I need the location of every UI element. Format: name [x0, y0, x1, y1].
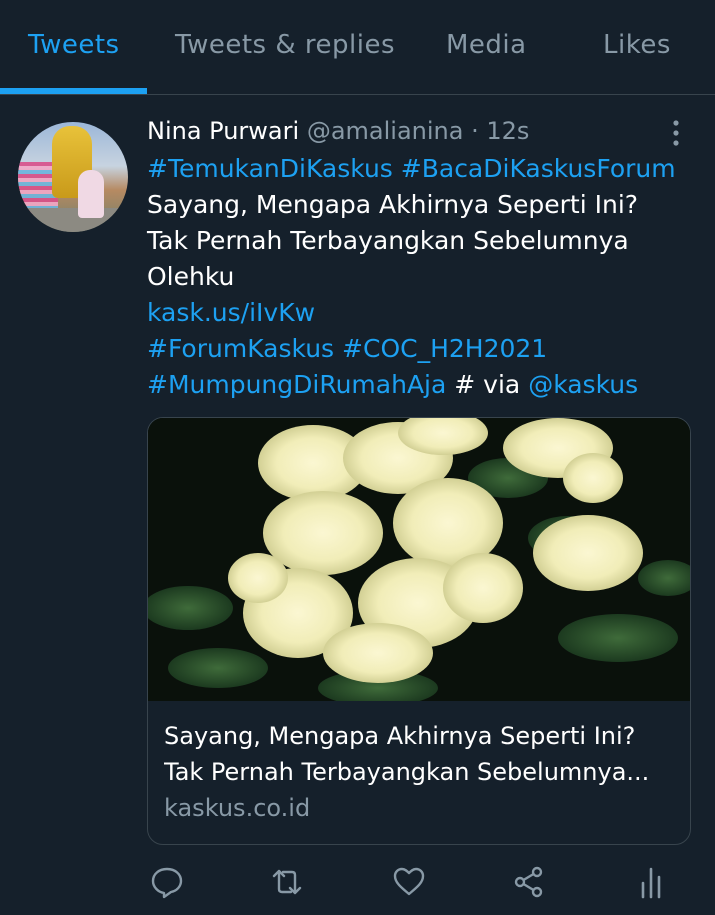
avatar[interactable] [18, 122, 128, 232]
tweet-actions [0, 865, 715, 905]
analytics-icon[interactable] [634, 865, 668, 899]
card-title: Sayang, Mengapa Akhirnya Seperti Ini? [164, 722, 636, 750]
author-handle[interactable]: @amalianina [307, 117, 464, 145]
share-icon[interactable] [512, 865, 546, 899]
tweet-text-line: Olehku [147, 262, 235, 291]
hashtag-line[interactable]: #TemukanDiKaskus #BacaDiKaskusForum [147, 151, 707, 187]
author-name[interactable]: Nina Purwari [147, 117, 299, 145]
avatar-ground [18, 208, 128, 232]
profile-tabs: Tweets Tweets & replies Media Likes [0, 0, 715, 95]
reply-icon[interactable] [150, 865, 184, 899]
tweet-body: #TemukanDiKaskus #BacaDiKaskusForum Saya… [147, 151, 707, 403]
tweet-link[interactable]: kask.us/iIvKw [147, 295, 707, 331]
tab-likes[interactable]: Likes [603, 30, 671, 60]
hashtag-mumpungdirumahaja[interactable]: #MumpungDiRumahAja [147, 370, 446, 399]
card-title: Tak Pernah Terbayangkan Sebelumnya... [164, 758, 650, 786]
via-text: # via [446, 370, 529, 399]
mention-kaskus[interactable]: @kaskus [528, 370, 638, 399]
tab-tweets[interactable]: Tweets [28, 30, 120, 60]
card-domain: kaskus.co.id [164, 794, 311, 822]
retweet-icon[interactable] [270, 865, 304, 899]
tweet-time: · 12s [463, 117, 530, 145]
hashtag-coc[interactable]: #COC_H2H2021 [342, 334, 547, 363]
tweet-text-line: Tak Pernah Terbayangkan Sebelumnya [147, 226, 629, 255]
heart-icon[interactable] [392, 865, 426, 899]
hashtag-forumkaskus[interactable]: #ForumKaskus [147, 334, 334, 363]
card-image [148, 418, 690, 701]
active-tab-indicator [0, 88, 147, 94]
avatar-person [78, 170, 104, 218]
tab-tweets-and-replies[interactable]: Tweets & replies [175, 30, 395, 60]
tab-media[interactable]: Media [446, 30, 527, 60]
tweet[interactable]: Nina Purwari @amalianina · 12s #TemukanD… [0, 95, 715, 915]
link-preview-card[interactable]: Sayang, Mengapa Akhirnya Seperti Ini? Ta… [147, 417, 691, 845]
card-text: Sayang, Mengapa Akhirnya Seperti Ini? Ta… [164, 718, 684, 826]
tweet-header: Nina Purwari @amalianina · 12s [147, 117, 529, 145]
more-vertical-icon[interactable] [666, 119, 686, 147]
tweet-text-line: Sayang, Mengapa Akhirnya Seperti Ini? [147, 190, 639, 219]
